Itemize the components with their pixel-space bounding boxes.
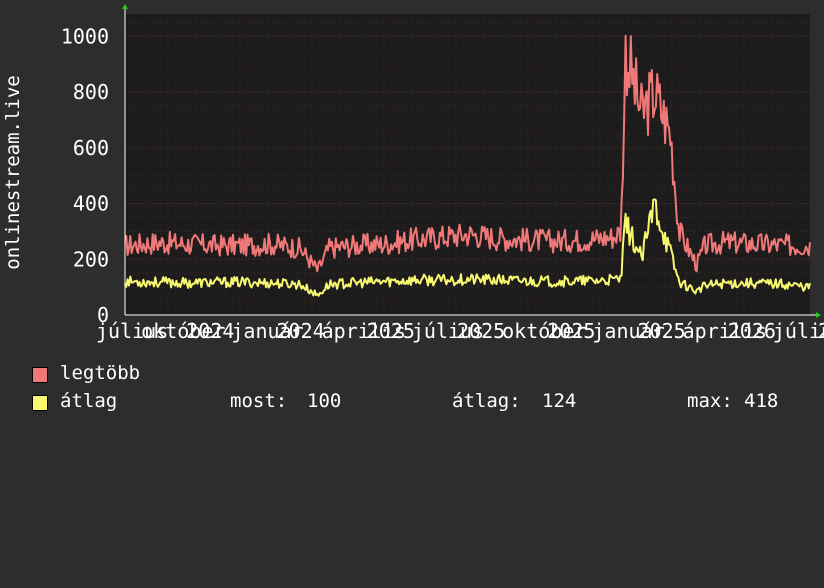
y-tick-label: 600 (73, 136, 109, 160)
y-tick-label: 400 (73, 192, 109, 216)
y-tick-label: 200 (73, 247, 109, 271)
y-tick-label: 1000 (61, 24, 109, 48)
stat-max-label: max: (687, 390, 733, 412)
legend-swatch-avg (32, 395, 48, 411)
stat-max-value: 418 (744, 390, 779, 412)
x-tick-label: július (773, 319, 824, 343)
x-axis-arrow (816, 312, 821, 318)
stat-avg-label: átlag: (452, 390, 521, 412)
plot-area (125, 14, 810, 315)
x-tick-label: 2025 (367, 319, 415, 343)
x-tick-label: 2026 (728, 319, 776, 343)
legend-label-max: legtöbb (60, 362, 141, 384)
x-tick-label: 2024 (186, 319, 234, 343)
x-tick-label: 2025 (638, 319, 686, 343)
x-tick-label: 2025 (547, 319, 595, 343)
x-tick-label: 2024 (277, 319, 325, 343)
y-axis-label: onlinestream.live (2, 75, 24, 269)
stat-avg-value: 124 (542, 390, 577, 412)
legend-swatch-max (32, 367, 48, 383)
x-tick-label: 202 (818, 319, 824, 343)
stat-now-value: 100 (307, 390, 342, 412)
y-axis-arrow (122, 4, 128, 9)
x-tick-label: 2025 (457, 319, 505, 343)
stat-now-label: most: (230, 390, 288, 412)
y-tick-label: 800 (73, 80, 109, 104)
legend-label-avg: átlag (60, 390, 118, 412)
legend-row-avg: átlag most: 100 átlag: 124 max: 418 (32, 390, 778, 588)
